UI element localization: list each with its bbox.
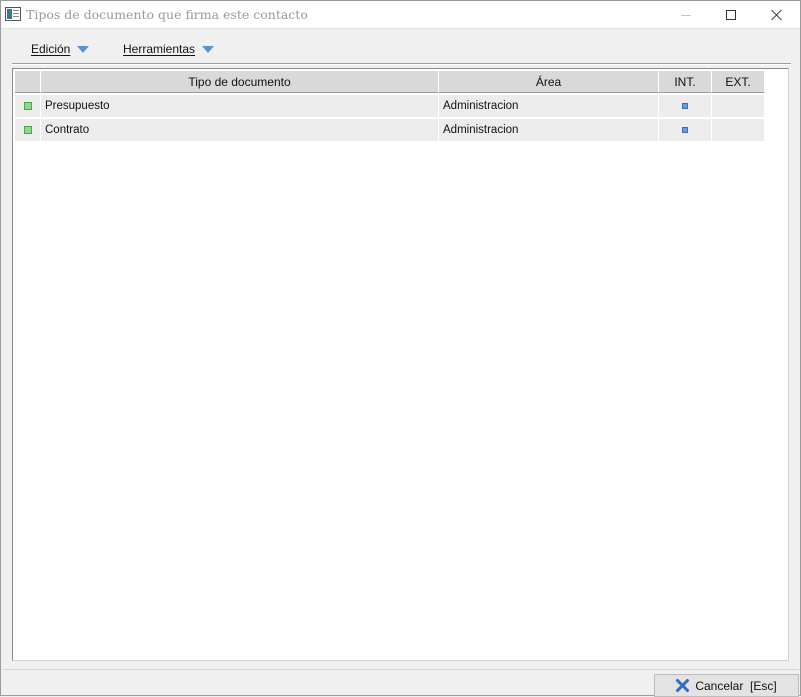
blue-square-icon: [682, 103, 688, 109]
cell-ext[interactable]: [712, 119, 765, 141]
menu-edicion-label: Edición: [31, 42, 71, 56]
cell-int[interactable]: [659, 95, 712, 117]
table-row[interactable]: Contrato Administracion: [15, 119, 765, 141]
row-indicator[interactable]: [15, 119, 41, 141]
minimize-button[interactable]: [663, 1, 709, 29]
green-square-icon: [23, 102, 32, 110]
header-ext[interactable]: EXT.: [712, 71, 765, 93]
blue-square-icon: [682, 127, 688, 133]
menu-edicion[interactable]: Edición: [31, 41, 90, 57]
window-app-icon: [5, 7, 21, 21]
document-types-grid[interactable]: Tipo de documento Área INT. EXT. Presupu…: [12, 68, 789, 661]
green-square-icon: [23, 126, 32, 134]
close-icon: [771, 9, 783, 21]
header-area[interactable]: Área: [439, 71, 659, 93]
cancel-button[interactable]: Cancelar [Esc]: [654, 674, 799, 697]
chevron-down-icon: [202, 45, 215, 53]
grid-header: Tipo de documento Área INT. EXT.: [15, 71, 765, 93]
menu-herramientas-label: Herramientas: [123, 42, 196, 56]
cell-tipo[interactable]: Contrato: [41, 119, 439, 141]
table-row[interactable]: Presupuesto Administracion: [15, 95, 765, 117]
minimize-icon: [681, 14, 691, 16]
header-tipo-documento[interactable]: Tipo de documento: [41, 71, 439, 93]
dialog-window: Tipos de documento que firma este contac…: [0, 0, 801, 697]
cell-tipo[interactable]: Presupuesto: [41, 95, 439, 117]
cell-ext[interactable]: [712, 95, 765, 117]
menu-separator: [12, 63, 791, 65]
row-indicator[interactable]: [15, 95, 41, 117]
maximize-button[interactable]: [708, 1, 754, 29]
cell-area[interactable]: Administracion: [439, 119, 659, 141]
title-bar: Tipos de documento que firma este contac…: [1, 1, 800, 29]
footer-separator: [2, 669, 799, 670]
maximize-icon: [726, 10, 736, 20]
close-button[interactable]: [754, 1, 800, 29]
menu-herramientas[interactable]: Herramientas: [123, 41, 215, 57]
chevron-down-icon: [77, 45, 90, 53]
header-int[interactable]: INT.: [659, 71, 712, 93]
menu-bar: Edición Herramientas: [2, 30, 799, 65]
window-title: Tipos de documento que firma este contac…: [26, 7, 308, 22]
cell-int[interactable]: [659, 119, 712, 141]
cell-area[interactable]: Administracion: [439, 95, 659, 117]
header-indicator: [15, 71, 41, 93]
close-x-icon: [676, 679, 689, 692]
cancel-button-label: Cancelar [Esc]: [695, 678, 777, 693]
